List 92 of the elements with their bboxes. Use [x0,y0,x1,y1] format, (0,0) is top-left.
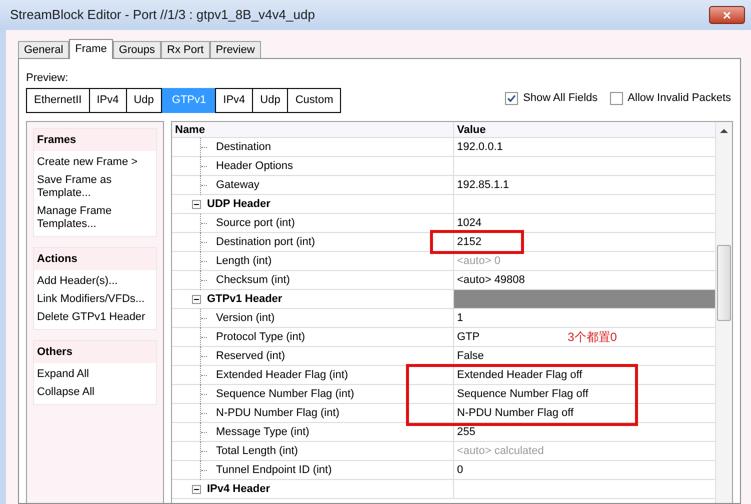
field-name[interactable]: Source port (int) [214,214,295,232]
tree-row[interactable]: Sequence Number Flag (int) Sequence Number Flag off [172,385,715,404]
field-value: GTP [457,330,480,345]
scroll-thumb[interactable] [717,245,731,321]
sidebar-link[interactable]: Link Modifiers/VFDs... [37,293,149,306]
tab[interactable]: Rx Port [161,41,210,58]
field-name[interactable]: Tunnel Endpoint ID (int) [214,462,332,478]
field-value: 192.85.1.1 [457,178,509,193]
window-title: StreamBlock Editor - Port //1/3 : gtpv1_8B_v4v4_udp [10,6,315,24]
field-name[interactable]: Version (int) [214,310,275,326]
tree-row[interactable]: Source port (int) 1024 [172,214,715,233]
sidebar-link[interactable]: Expand All [37,368,149,381]
section-title: Actions [34,248,156,270]
field-value: Extended Header Flag off [457,368,582,383]
tree-row[interactable]: Destination port (int) 2152 [172,233,715,252]
field-value: Sequence Number Flag off [457,386,588,402]
tab[interactable]: Preview [210,41,261,58]
tree-row[interactable]: Reserved (int) False [172,347,715,366]
sidebar-link[interactable]: Save Frame as Template... [37,174,149,200]
tree-row[interactable]: Header Options [172,157,715,176]
tree-row[interactable]: Gateway 192.85.1.1 [172,176,715,195]
group-header[interactable]: IPv4 Header [205,480,270,498]
field-value: 0 [457,462,464,478]
tree-row[interactable]: Version (int) 1 [172,309,715,328]
header-button[interactable]: Udp [126,88,162,113]
field-name[interactable]: Gateway [214,176,260,194]
tab[interactable]: Groups [112,41,161,58]
field-name[interactable]: Header Options [214,158,294,174]
value-cell[interactable] [454,290,715,308]
tree-row[interactable]: Protocol Type (int) GTP 3个都置0 [172,328,715,347]
tree-row[interactable]: Length (int) <auto> 0 [172,252,715,271]
field-name[interactable]: Total Length (int) [214,442,298,460]
column-header[interactable]: Value [454,122,715,137]
tab[interactable]: General [18,41,70,58]
field-value: False [457,348,484,364]
checkmark-icon [507,94,516,103]
field-value: <auto> 49808 [457,272,525,288]
field-name[interactable]: Protocol Type (int) [214,328,306,346]
field-value: 255 [457,424,476,440]
tree-row[interactable]: Tunnel Endpoint ID (int) 0 [172,461,715,480]
field-name[interactable]: Length (int) [214,252,272,270]
group-header[interactable]: GTPv1 Header [205,290,282,308]
field-value: 192.0.0.1 [457,140,503,155]
checkbox-label: Show All Fields [523,91,598,106]
tree-row[interactable]: Destination 192.0.0.1 [172,138,715,157]
header-button[interactable]: IPv4 [215,88,254,113]
field-name[interactable]: Destination port (int) [214,234,316,250]
tree-row[interactable]: Message Type (int) 255 [172,423,715,442]
field-value: 2152 [457,234,482,250]
field-name[interactable]: Sequence Number Flag (int) [214,386,354,402]
checkbox[interactable] [610,92,623,105]
preview-label: Preview: [26,71,70,85]
section-title: Others [34,341,156,363]
header-button[interactable]: Custom [287,88,342,113]
sidebar-link[interactable]: Create new Frame > [37,156,149,169]
tree-row[interactable]: Total Length (int) <auto> calculated [172,442,715,461]
sidebar-link[interactable]: Collapse All [37,386,149,399]
field-name[interactable]: Message Type (int) [214,424,310,440]
column-header[interactable]: Name [172,122,454,137]
tree-row[interactable]: IPv4 Header [172,480,715,499]
field-value: <auto> calculated [457,444,544,459]
field-value: <auto> 0 [457,254,500,269]
group-header[interactable]: UDP Header [205,196,270,212]
tree-row[interactable]: Checksum (int) <auto> 49808 [172,271,715,290]
header-button[interactable]: IPv4 [88,88,127,113]
sidebar-link[interactable]: Delete GTPv1 Header [37,311,149,324]
collapse-icon[interactable] [192,484,201,494]
field-name[interactable]: N-PDU Number Flag (int) [214,404,340,422]
field-value: N-PDU Number Flag off [457,406,574,421]
scrollbar[interactable] [715,122,732,503]
checkbox[interactable] [505,92,518,105]
field-name[interactable]: Extended Header Flag (int) [214,366,348,384]
collapse-icon[interactable] [192,200,201,208]
section-title: Frames [34,129,156,151]
field-value: 1024 [457,216,482,231]
field-name[interactable]: Destination [214,138,272,156]
field-value: 1 [457,310,464,326]
tree-row[interactable]: GTPv1 Header [172,290,715,309]
field-name[interactable]: Reserved (int) [214,348,286,364]
header-button[interactable]: EthernetII [26,88,90,113]
tab[interactable]: Frame [69,39,113,59]
collapse-icon[interactable] [192,294,201,304]
tree-row[interactable]: UDP Header [172,195,715,214]
tree-row[interactable]: N-PDU Number Flag (int) N-PDU Number Flag off [172,404,715,423]
header-button[interactable]: Udp [252,88,288,113]
scroll-up-icon[interactable] [720,129,728,133]
field-name[interactable]: Checksum (int) [214,272,290,288]
checkbox-label: Allow Invalid Packets [628,91,731,106]
annotation-note: 3个都置0 [568,329,617,346]
sidebar-link[interactable]: Add Header(s)... [37,275,149,288]
sidebar-link[interactable]: Manage Frame Templates... [37,205,149,231]
tree-row[interactable]: Extended Header Flag (int) Extended Header Flag off [172,366,715,385]
